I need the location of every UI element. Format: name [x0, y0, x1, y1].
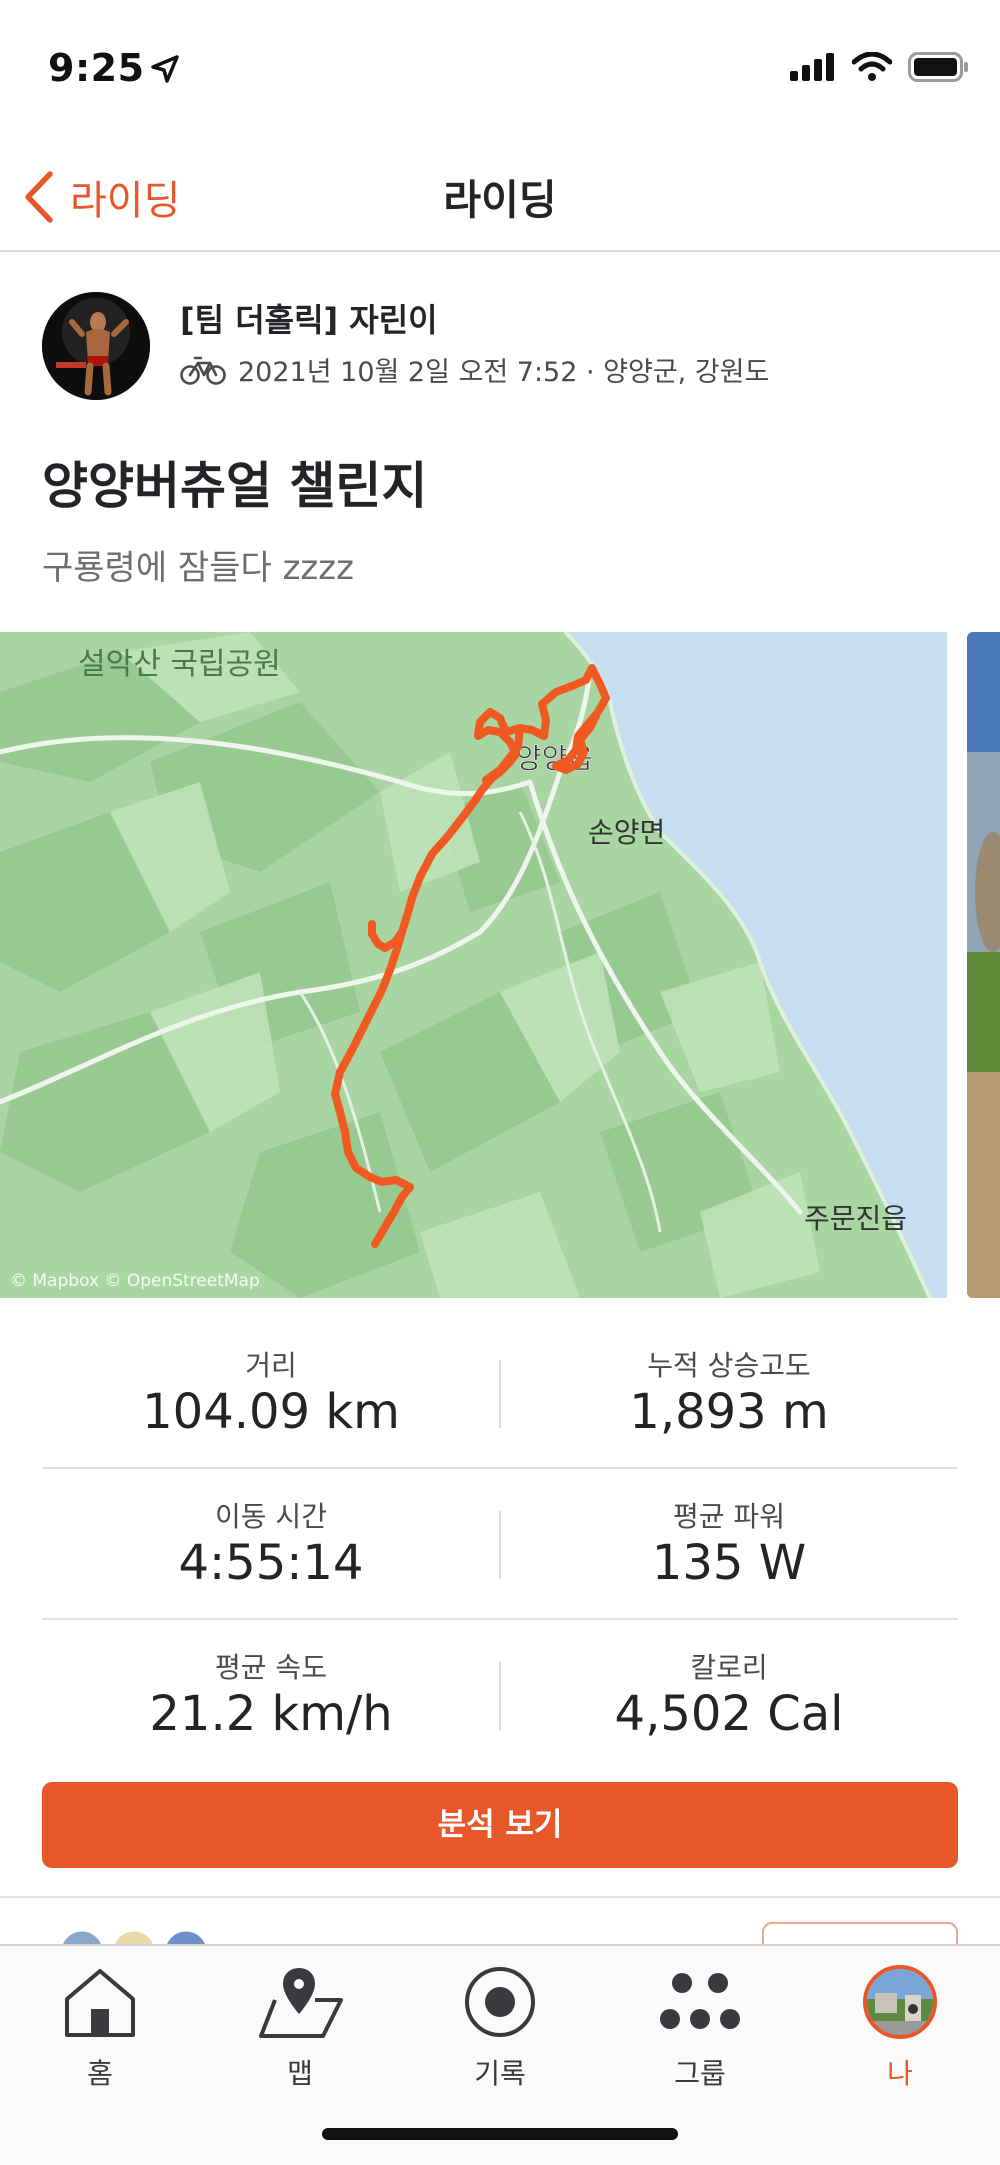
home-indicator[interactable] — [322, 2128, 678, 2140]
map-label-park: 설악산 국립공원 — [78, 647, 281, 682]
status-icons — [790, 52, 970, 82]
navigation-bar: 라이딩 라이딩 — [0, 140, 1000, 252]
tab-home[interactable]: 홈 — [0, 1952, 200, 2102]
route-map[interactable]: 설악산 국립공원 양양읍 손양면 주문진읍 © Mapbox © OpenStr… — [0, 632, 947, 1298]
tab-label: 기록 — [474, 2057, 526, 2090]
status-time: 9:25 — [48, 46, 145, 90]
stat-elevation-gain: 누적 상승고도 1,893 m — [500, 1318, 958, 1468]
status-bar: 9:25 — [0, 0, 1000, 140]
tab-label: 그룹 — [674, 2057, 726, 2090]
stat-average-power: 평균 파워 135 W — [500, 1469, 958, 1619]
avatar-photo — [42, 292, 150, 400]
cellular-signal-icon — [790, 53, 834, 81]
home-icon — [55, 1962, 145, 2042]
tab-label: 나 — [887, 2057, 913, 2090]
map-icon — [255, 1962, 345, 2042]
stat-value: 1,893 m — [629, 1384, 829, 1440]
stat-value: 21.2 km/h — [149, 1686, 393, 1742]
stats-row: 이동 시간 4:55:14 평균 파워 135 W — [42, 1469, 958, 1620]
stats-row: 거리 104.09 km 누적 상승고도 1,893 m — [42, 1318, 958, 1469]
activity-photo-thumbnail[interactable] — [967, 632, 1000, 1298]
map-label-town3: 주문진읍 — [804, 1202, 907, 1235]
profile-avatar-icon — [855, 1962, 945, 2042]
map-attribution: © Mapbox © OpenStreetMap — [10, 1271, 260, 1291]
page-title: 라이딩 — [443, 176, 557, 224]
photo-peek-image — [967, 632, 1000, 1298]
map-label-town2: 손양면 — [588, 816, 665, 849]
athlete-avatar[interactable] — [42, 292, 150, 400]
stats-row: 평균 속도 21.2 km/h 칼로리 4,502 Cal — [42, 1620, 958, 1771]
activity-title: 양양버츄얼 챌린지 — [42, 457, 428, 515]
groups-icon — [655, 1962, 745, 2042]
stats-grid: 거리 104.09 km 누적 상승고도 1,893 m 이동 시간 4:55:… — [42, 1318, 958, 1771]
stat-label: 칼로리 — [690, 1651, 768, 1684]
stat-value: 135 W — [651, 1535, 807, 1591]
stat-label: 이동 시간 — [215, 1500, 327, 1533]
tab-you[interactable]: 나 — [800, 1952, 1000, 2102]
tab-maps[interactable]: 맵 — [200, 1952, 400, 2102]
stat-distance: 거리 104.09 km — [42, 1318, 500, 1468]
tab-label: 홈 — [87, 2057, 113, 2090]
location-arrow-icon — [151, 55, 179, 83]
section-divider — [0, 1896, 1000, 1898]
tab-record[interactable]: 기록 — [400, 1952, 600, 2102]
stat-value: 4:55:14 — [178, 1535, 364, 1591]
tab-label: 맵 — [287, 2057, 313, 2090]
stat-average-speed: 평균 속도 21.2 km/h — [42, 1620, 500, 1770]
athlete-name[interactable]: [팀 더홀릭] 자린이 — [180, 295, 438, 341]
bike-icon — [180, 356, 226, 385]
tab-groups[interactable]: 그룹 — [600, 1952, 800, 2102]
stat-label: 평균 속도 — [215, 1651, 327, 1684]
stat-value: 4,502 Cal — [614, 1686, 844, 1742]
view-analysis-button[interactable]: 분석 보기 — [42, 1782, 958, 1868]
activity-date-location: 2021년 10월 2일 오전 7:52 · 양양군, 강원도 — [238, 357, 770, 388]
stat-label: 거리 — [245, 1349, 297, 1382]
battery-icon — [908, 52, 968, 82]
stat-moving-time: 이동 시간 4:55:14 — [42, 1469, 500, 1619]
wifi-icon — [852, 52, 892, 81]
stat-value: 104.09 km — [142, 1384, 400, 1440]
activity-meta: 2021년 10월 2일 오전 7:52 · 양양군, 강원도 — [180, 350, 769, 389]
activity-description: 구룡령에 잠들다 zzzz — [42, 548, 354, 588]
map-canvas: 설악산 국립공원 양양읍 손양면 주문진읍 © Mapbox © OpenStr… — [0, 632, 947, 1298]
stat-calories: 칼로리 4,502 Cal — [500, 1620, 958, 1770]
record-icon — [455, 1962, 545, 2042]
stat-label: 평균 파워 — [673, 1500, 785, 1533]
stat-label: 누적 상승고도 — [647, 1349, 811, 1382]
